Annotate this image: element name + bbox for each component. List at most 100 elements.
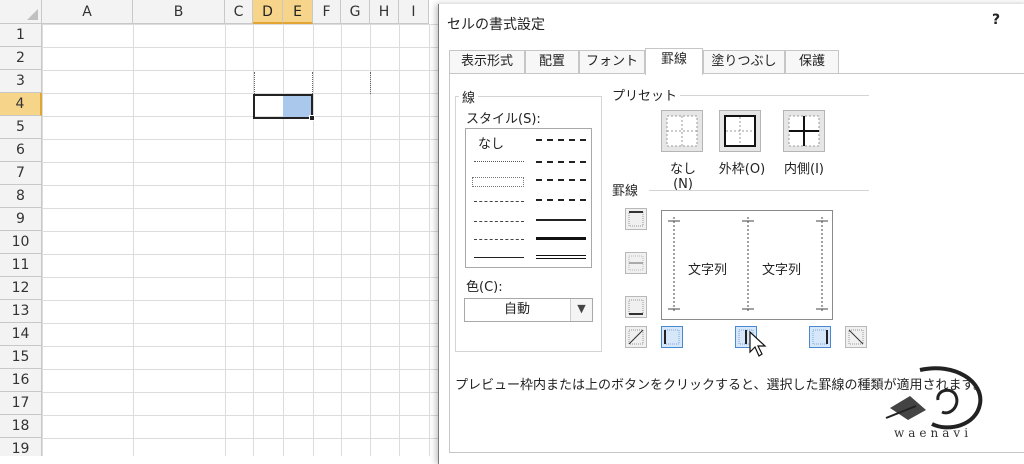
tab-number-format[interactable]: 表示形式 [449,50,525,74]
color-label: 色(C): [463,276,506,295]
line-style-thin[interactable] [474,257,524,258]
border-bottom-icon [628,299,644,315]
row-header[interactable]: 7 [0,162,42,185]
border-top-button[interactable] [625,208,647,230]
dialog-title-bar[interactable]: セルの書式設定 ? [439,4,1024,40]
row-header[interactable]: 10 [0,231,42,254]
row-header[interactable]: 5 [0,116,42,139]
cell-grid[interactable] [42,24,440,456]
tab-protection[interactable]: 保護 [785,50,839,74]
line-style-list[interactable]: なし [465,128,592,268]
column-header-g[interactable]: G [341,0,370,24]
column-header-b[interactable]: B [133,0,225,24]
presets-legend: プリセット [609,85,681,104]
row-header[interactable]: 2 [0,47,42,70]
line-style-medium-dashed[interactable] [536,199,586,201]
preset-outline-icon [724,115,756,147]
line-style-dotted-selected[interactable] [472,177,524,187]
diagonal-up-icon [628,329,644,345]
column-header-e[interactable]: E [283,0,313,24]
border-diagonal-down-button[interactable] [845,326,867,348]
column-header-i[interactable]: I [399,0,429,24]
tab-alignment[interactable]: 配置 [525,50,579,74]
dotted-border [254,72,255,94]
tab-border[interactable]: 罫線 [645,48,703,75]
line-style-thick[interactable] [536,237,586,240]
grid-line [133,24,134,456]
preset-inside-icon [788,115,820,147]
selection-outline [253,94,313,119]
preset-none-icon [666,115,698,147]
border-right-icon [812,329,828,345]
grid-line [399,24,400,456]
column-header-h[interactable]: H [370,0,399,24]
row-header[interactable]: 6 [0,139,42,162]
row-header[interactable]: 9 [0,208,42,231]
chevron-down-icon[interactable]: ▼ [570,299,592,321]
line-style-dash-dot-dot[interactable] [474,201,524,202]
column-header-f[interactable]: F [313,0,341,24]
border-inside-horizontal-button[interactable] [625,252,647,274]
row-header[interactable]: 3 [0,70,42,93]
line-style-dash-dot[interactable] [474,221,524,222]
grid-line [341,24,342,456]
preset-none-button[interactable] [661,110,703,152]
spreadsheet[interactable]: A B C D E F G H I 1 2 3 4 5 6 7 8 9 10 1… [0,0,440,456]
line-style-medium-dash-dot[interactable] [536,179,586,181]
line-style-hair[interactable] [474,161,524,162]
dotted-border [370,72,371,94]
color-dropdown[interactable]: 自動 ▼ [464,298,593,322]
tab-font[interactable]: フォント [579,50,645,74]
border-legend: 罫線 [609,180,642,199]
border-inside-horizontal-icon [628,255,644,271]
line-style-medium[interactable] [536,219,586,221]
border-diagonal-up-button[interactable] [625,326,647,348]
row-header[interactable]: 4 [0,93,42,116]
row-header[interactable]: 13 [0,300,42,323]
border-bottom-button[interactable] [625,296,647,318]
column-header-d[interactable]: D [253,0,283,24]
style-label: スタイル(S): [463,108,544,127]
help-button[interactable]: ? [987,12,1005,32]
border-preview[interactable]: 文字列 文字列 [661,210,833,320]
tab-fill[interactable]: 塗りつぶし [703,50,785,74]
preset-inside-label: 内側(I) [784,162,824,177]
color-value: 自動 [503,302,530,317]
preset-none-label: なし(N) [669,162,696,192]
line-style-dashed[interactable] [474,239,524,240]
fill-handle[interactable] [309,115,315,121]
grid-line [283,24,284,456]
preset-outline-label: 外枠(O) [718,162,766,177]
row-header[interactable]: 15 [0,346,42,369]
mouse-pointer-icon [749,330,767,357]
line-group-legend: 線 [459,87,479,106]
grid-line [225,24,226,456]
line-style-double[interactable] [536,255,586,259]
row-header[interactable]: 12 [0,277,42,300]
line-style-medium-dash-dot-dot[interactable] [536,139,586,141]
row-header[interactable]: 14 [0,323,42,346]
border-right-button[interactable] [809,326,831,348]
row-header[interactable]: 17 [0,392,42,415]
column-header-c[interactable]: C [225,0,253,24]
preset-inside-button[interactable] [783,110,825,152]
border-top-icon [628,211,644,227]
border-separator [649,190,869,191]
border-left-icon [664,329,680,345]
column-header-a[interactable]: A [42,0,133,24]
row-header[interactable]: 1 [0,24,42,47]
watermark-text: waenavi [894,426,973,440]
line-style-slant-dash-dot[interactable] [536,161,586,163]
row-header[interactable]: 8 [0,185,42,208]
select-all-corner[interactable] [0,0,42,24]
preview-text-right: 文字列 [762,263,802,278]
border-left-button[interactable] [661,326,683,348]
row-header[interactable]: 16 [0,369,42,392]
row-header[interactable]: 19 [0,438,42,456]
diagonal-down-icon [848,329,864,345]
preset-outline-button[interactable] [719,110,761,152]
row-header[interactable]: 18 [0,415,42,438]
line-style-none[interactable]: なし [478,133,504,152]
row-header[interactable]: 11 [0,254,42,277]
preview-text-left: 文字列 [688,263,728,278]
